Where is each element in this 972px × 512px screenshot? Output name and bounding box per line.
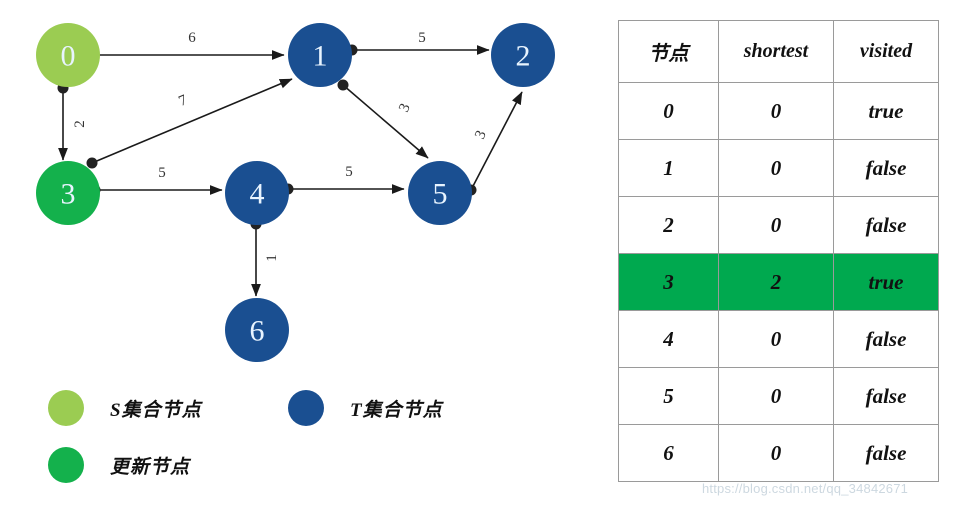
legend: S集合节点 T集合节点 更新节点 bbox=[0, 390, 600, 505]
cell-node: 4 bbox=[618, 310, 719, 368]
cell-shortest: 0 bbox=[718, 310, 834, 368]
edge-weight-label: 5 bbox=[345, 164, 353, 180]
cell-shortest: 0 bbox=[718, 139, 834, 197]
edge-weight-label: 5 bbox=[418, 30, 426, 46]
legend-label-s-set: S集合节点 bbox=[110, 399, 202, 421]
node-label: 3 bbox=[61, 178, 76, 211]
table-row: 1 0 false bbox=[618, 139, 939, 197]
table-body: 0 0 true 1 0 false 2 0 false 3 2 true 4 0 false 5 0 false… bbox=[618, 82, 939, 482]
graph-edge-3-4: 5 bbox=[89, 165, 223, 196]
cell-shortest: 0 bbox=[718, 367, 834, 425]
legend-item-updated: 更新节点 bbox=[48, 447, 190, 483]
cell-shortest: 2 bbox=[718, 253, 834, 311]
edges-layer: 6 2 5 7 5 3 5 1 3 bbox=[57, 30, 523, 297]
cell-node: 1 bbox=[618, 139, 719, 197]
graph-edge-4-5: 5 bbox=[282, 164, 405, 195]
edge-line bbox=[91, 78, 293, 164]
edge-source-dot bbox=[86, 157, 98, 169]
legend-swatch-s-set bbox=[48, 390, 84, 426]
graph-edge-5-2: 3 bbox=[465, 91, 523, 196]
edge-weight-label: 5 bbox=[158, 165, 166, 181]
cell-visited: false bbox=[833, 139, 939, 197]
legend-swatch-t-set bbox=[288, 390, 324, 426]
node-label: 2 bbox=[516, 40, 531, 73]
graph-edge-1-5: 3 bbox=[337, 79, 429, 159]
cell-node: 6 bbox=[618, 424, 719, 482]
cell-shortest: 0 bbox=[718, 196, 834, 254]
node-label: 4 bbox=[250, 178, 265, 211]
legend-item-s-set: S集合节点 bbox=[48, 390, 202, 426]
table-row: 6 0 false bbox=[618, 424, 939, 482]
cell-shortest: 0 bbox=[718, 82, 834, 140]
graph-node-5[interactable]: 5 bbox=[408, 161, 472, 225]
node-label: 6 bbox=[250, 315, 265, 348]
column-header-visited: visited bbox=[833, 20, 939, 83]
edge-source-dot bbox=[337, 79, 349, 91]
node-label: 5 bbox=[433, 178, 448, 211]
table-row: 5 0 false bbox=[618, 367, 939, 425]
edge-line bbox=[470, 91, 523, 191]
graph-svg: 6 2 5 7 5 3 5 1 3 0 1 2 3 4 5 6 bbox=[36, 23, 555, 362]
cell-visited: true bbox=[833, 253, 939, 311]
graph-node-4[interactable]: 4 bbox=[225, 161, 289, 225]
graph-node-0[interactable]: 0 bbox=[36, 23, 100, 87]
graph-edge-0-1: 6 bbox=[86, 30, 285, 61]
graph-edge-1-2: 5 bbox=[346, 30, 490, 56]
table-row: 4 0 false bbox=[618, 310, 939, 368]
edge-weight-label: 3 bbox=[472, 128, 490, 141]
legend-label-updated: 更新节点 bbox=[110, 456, 191, 478]
node-state-table: 节点 shortest visited 0 0 true 1 0 false 2 0 false… bbox=[618, 20, 939, 482]
column-header-node: 节点 bbox=[618, 20, 719, 83]
table-row: 3 2 true bbox=[618, 253, 939, 311]
cell-node: 2 bbox=[618, 196, 719, 254]
cell-visited: true bbox=[833, 82, 939, 140]
edge-weight-label: 1 bbox=[264, 254, 280, 262]
table-header: 节点 shortest visited bbox=[618, 20, 939, 83]
edge-weight-label: 3 bbox=[396, 101, 414, 114]
cell-visited: false bbox=[833, 196, 939, 254]
cell-node: 3 bbox=[618, 253, 719, 311]
graph-edge-3-1: 7 bbox=[86, 78, 293, 169]
graph-edge-4-6: 1 bbox=[250, 218, 280, 297]
graph-node-2[interactable]: 2 bbox=[491, 23, 555, 87]
table-header-row: 节点 shortest visited bbox=[618, 20, 939, 83]
nodes-layer: 0 1 2 3 4 5 6 bbox=[36, 23, 555, 362]
graph-node-3[interactable]: 3 bbox=[36, 161, 100, 225]
legend-swatch-updated bbox=[48, 447, 84, 483]
legend-item-t-set: T集合节点 bbox=[288, 390, 443, 426]
graph-node-1[interactable]: 1 bbox=[288, 23, 352, 87]
graph-node-6[interactable]: 6 bbox=[225, 298, 289, 362]
cell-visited: false bbox=[833, 367, 939, 425]
edge-weight-label: 6 bbox=[188, 30, 196, 46]
edge-line bbox=[342, 84, 429, 159]
cell-shortest: 0 bbox=[718, 424, 834, 482]
column-header-shortest: shortest bbox=[718, 20, 834, 83]
cell-visited: false bbox=[833, 310, 939, 368]
node-label: 1 bbox=[313, 40, 328, 73]
table-row: 2 0 false bbox=[618, 196, 939, 254]
watermark: https://blog.csdn.net/qq_34842671 bbox=[702, 481, 909, 496]
legend-label-t-set: T集合节点 bbox=[350, 399, 443, 421]
cell-visited: false bbox=[833, 424, 939, 482]
cell-node: 0 bbox=[618, 82, 719, 140]
edge-weight-label: 2 bbox=[72, 120, 88, 128]
edge-weight-label: 7 bbox=[176, 92, 190, 110]
cell-node: 5 bbox=[618, 367, 719, 425]
graph-edge-0-3: 2 bbox=[57, 82, 88, 161]
table-row: 0 0 true bbox=[618, 82, 939, 140]
node-label: 0 bbox=[61, 40, 76, 73]
